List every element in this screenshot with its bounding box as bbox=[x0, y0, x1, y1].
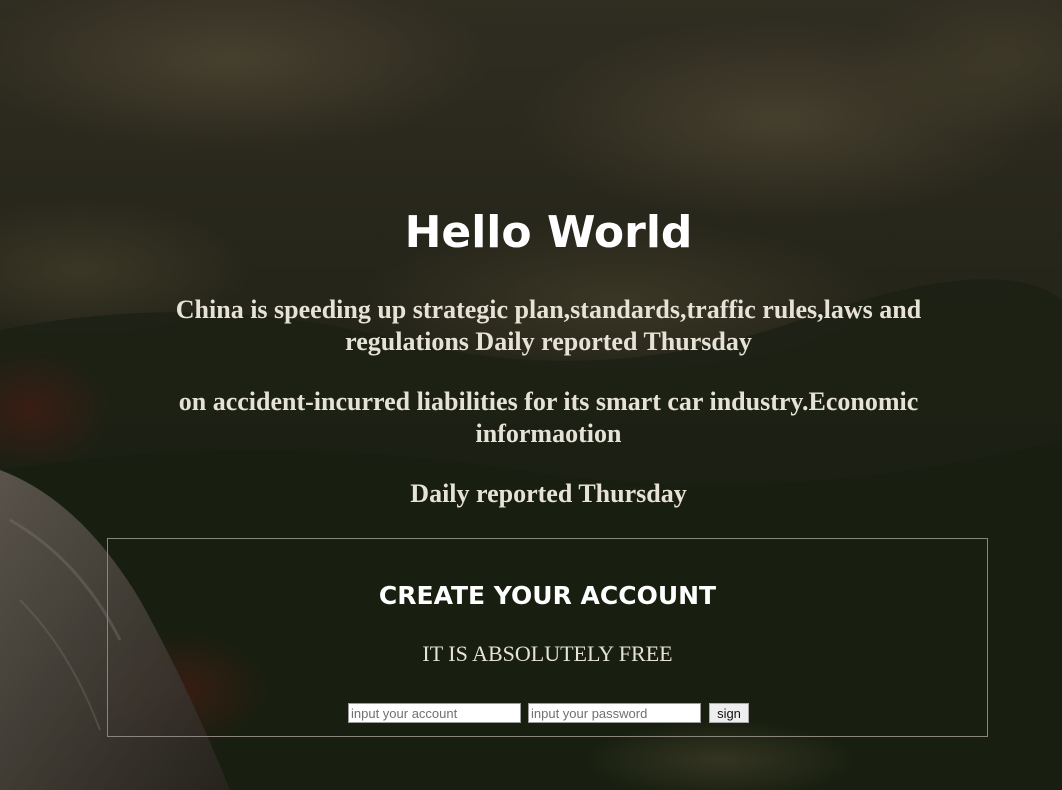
article-paragraph: Daily reported Thursday bbox=[410, 479, 687, 508]
account-input[interactable] bbox=[348, 703, 521, 723]
create-account-form: CREATE YOUR ACCOUNT IT IS ABSOLUTELY FRE… bbox=[107, 538, 988, 737]
sign-button[interactable]: sign bbox=[709, 703, 749, 723]
page-title: Hello World bbox=[404, 207, 693, 258]
create-account-subtitle: IT IS ABSOLUTELY FREE bbox=[422, 641, 673, 666]
article-paragraph: on accident-incurred liabilities for its… bbox=[178, 387, 919, 448]
page-content: Hello World China is speeding up strateg… bbox=[0, 0, 1062, 790]
create-account-heading: CREATE YOUR ACCOUNT bbox=[378, 581, 717, 610]
password-input[interactable] bbox=[528, 703, 701, 723]
article-paragraph: China is speeding up strategic plan,stan… bbox=[175, 295, 922, 356]
